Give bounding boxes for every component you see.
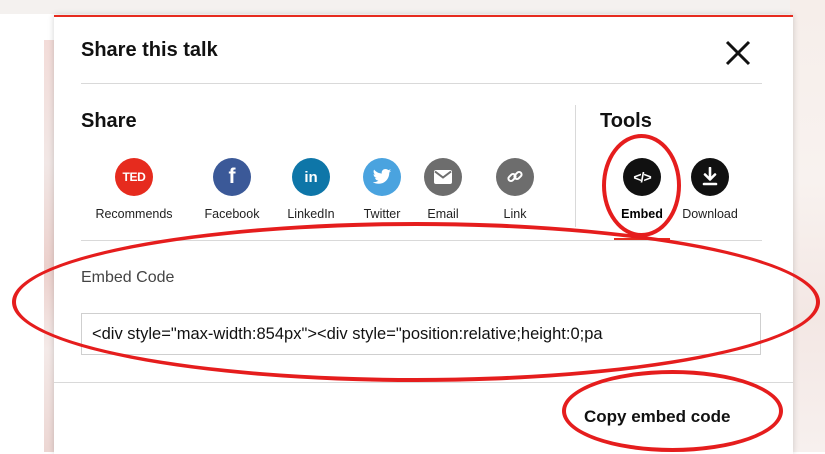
- facebook-icon: f: [213, 158, 251, 196]
- close-button[interactable]: [722, 37, 754, 69]
- share-facebook[interactable]: f Facebook: [195, 158, 269, 221]
- tool-download[interactable]: Download: [675, 158, 745, 221]
- twitter-icon: [363, 158, 401, 196]
- download-icon: [691, 158, 729, 196]
- share-item-label: LinkedIn: [287, 207, 335, 221]
- section-divider: [575, 105, 576, 227]
- tool-item-label: Embed: [621, 207, 663, 221]
- embed-code-label: Embed Code: [81, 269, 175, 286]
- copy-embed-code-button[interactable]: Copy embed code: [584, 407, 730, 427]
- share-item-label: Facebook: [204, 207, 260, 221]
- share-item-label: Link: [503, 207, 527, 221]
- dialog-title: Share this talk: [81, 39, 218, 61]
- tools-divider: [81, 240, 762, 241]
- share-email[interactable]: Email: [422, 158, 464, 221]
- embed-code-icon: </>: [623, 158, 661, 196]
- tools-heading: Tools: [600, 110, 652, 132]
- background-header-strip: [0, 0, 825, 14]
- share-twitter[interactable]: Twitter: [353, 158, 411, 221]
- link-icon: [496, 158, 534, 196]
- background-blurred-sidebar: [790, 0, 825, 452]
- tool-embed[interactable]: </> Embed: [614, 158, 670, 221]
- share-link[interactable]: Link: [495, 158, 535, 221]
- footer-divider: [54, 382, 793, 383]
- linkedin-icon: in: [292, 158, 330, 196]
- tool-item-label: Download: [682, 207, 738, 221]
- close-icon: [725, 40, 751, 66]
- share-item-label: Recommends: [95, 207, 173, 221]
- share-dialog: Share this talk Share Tools TED Recommen…: [54, 15, 793, 454]
- email-icon: [424, 158, 462, 196]
- share-item-label: Twitter: [363, 207, 401, 221]
- header-divider: [81, 83, 762, 84]
- share-linkedin[interactable]: in LinkedIn: [277, 158, 345, 221]
- embed-code-field[interactable]: <div style="max-width:854px"><div style=…: [81, 313, 761, 355]
- share-heading: Share: [81, 110, 137, 132]
- ted-icon: TED: [115, 158, 153, 196]
- share-item-label: Email: [427, 207, 459, 221]
- share-ted-recommends[interactable]: TED Recommends: [90, 158, 178, 221]
